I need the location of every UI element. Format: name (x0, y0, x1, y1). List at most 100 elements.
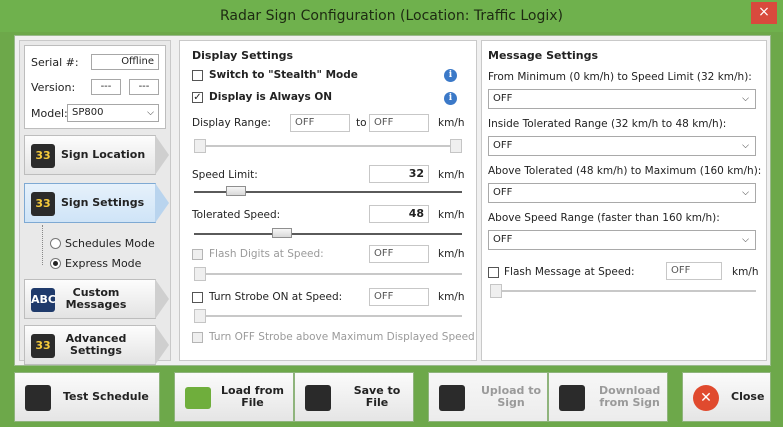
load-line2: File (241, 396, 264, 409)
strobe-off-label: Turn OFF Strobe above Maximum Displayed … (209, 331, 475, 343)
serial-field: Offline (91, 54, 159, 70)
strobe-checkbox[interactable] (192, 292, 203, 303)
flash-digits-slider-track (194, 273, 462, 275)
test-schedule-button[interactable]: Test Schedule (14, 372, 160, 422)
strobe-label: Turn Strobe ON at Speed: (209, 291, 343, 303)
nav-arrow-icon (155, 279, 169, 319)
tolerated-speed-label: Tolerated Speed: (192, 209, 281, 221)
strobe-off-checkbox[interactable] (192, 332, 203, 343)
folder-icon (185, 387, 211, 409)
nav-custom-messages-label: Custom Messages (61, 280, 131, 318)
window-title: Radar Sign Configuration (Location: Traf… (219, 8, 564, 24)
above-range-label: Above Speed Range (faster than 160 km/h)… (488, 212, 720, 224)
tree-line (42, 225, 43, 265)
display-settings-group: Display Settings Switch to "Stealth" Mod… (179, 40, 477, 361)
message-settings-title: Message Settings (488, 49, 599, 62)
upload-to-sign-button[interactable]: Upload to Sign (428, 372, 548, 422)
range-from-field[interactable]: OFF (290, 114, 350, 132)
version-label: Version: (31, 81, 76, 94)
version-field-a: --- (91, 79, 121, 95)
nav-sign-settings-label: Sign Settings (61, 196, 145, 209)
model-select-value: SP800 (72, 107, 104, 118)
flash-message-field[interactable]: OFF (666, 262, 722, 280)
nav-advanced-settings-label: Advanced Settings (61, 326, 131, 364)
nav-arrow-icon (155, 325, 169, 365)
close-button[interactable]: ✕ Close (682, 372, 771, 422)
display-range-label: Display Range: (192, 117, 271, 129)
load-from-file-button[interactable]: Load from File (174, 372, 294, 422)
save-to-file-button[interactable]: Save to File (294, 372, 414, 422)
range-slider-min-thumb[interactable] (194, 139, 206, 153)
display-settings-title: Display Settings (192, 49, 294, 62)
info-icon[interactable]: i (444, 92, 457, 105)
test-schedule-icon (25, 385, 51, 411)
nav-arrow-icon (155, 135, 169, 175)
nav-sign-location[interactable]: 33 Sign Location (24, 135, 169, 175)
main-panel: Serial #: Offline Version: --- --- Model… (14, 35, 771, 366)
flash-message-checkbox[interactable] (488, 267, 499, 278)
flash-digits-slider-thumb[interactable] (194, 267, 206, 281)
chevron-down-icon: ⌵ (742, 141, 749, 151)
nav-custom-messages-line2: Messages (65, 298, 127, 311)
sign-icon: 33 (31, 144, 55, 168)
flash-digits-field[interactable]: OFF (369, 245, 429, 263)
tolerated-slider-thumb[interactable] (272, 228, 292, 238)
window-close-button[interactable]: × (751, 2, 777, 24)
title-bar: Radar Sign Configuration (Location: Traf… (0, 0, 783, 32)
app-window: Radar Sign Configuration (Location: Traf… (0, 0, 783, 427)
flash-digits-checkbox[interactable] (192, 249, 203, 260)
nav-custom-messages[interactable]: ABC Custom Messages (24, 279, 169, 319)
schedules-mode-radio[interactable] (50, 238, 61, 249)
save-icon (305, 385, 331, 411)
download-from-sign-button[interactable]: Download from Sign (548, 372, 668, 422)
range-to-field[interactable]: OFF (369, 114, 429, 132)
tolerated-speed-field[interactable]: 48 (369, 205, 429, 223)
nav-advanced-settings[interactable]: 33 Advanced Settings (24, 325, 169, 365)
flash-digits-label: Flash Digits at Speed: (209, 248, 324, 260)
flash-message-unit: km/h (732, 266, 759, 278)
speed-limit-field[interactable]: 32 (369, 165, 429, 183)
from-min-dropdown[interactable]: OFF ⌵ (488, 89, 756, 109)
upload-line2: Sign (497, 396, 525, 409)
strobe-slider-thumb[interactable] (194, 309, 206, 323)
chevron-down-icon: ⌵ (742, 94, 749, 104)
range-slider-max-thumb[interactable] (450, 139, 462, 153)
nav-sign-settings[interactable]: 33 Sign Settings (24, 183, 169, 223)
chevron-down-icon: ⌵ (147, 108, 154, 118)
inside-value: OFF (493, 140, 513, 151)
advanced-settings-icon: 33 (31, 334, 55, 358)
upload-to-sign-label: Upload to Sign (481, 373, 541, 421)
test-schedule-label: Test Schedule (63, 390, 149, 403)
nav-arrow-icon (155, 183, 169, 223)
above-dropdown[interactable]: OFF ⌵ (488, 183, 756, 203)
bottom-toolbar: Test Schedule Load from File Save to Fil… (14, 372, 771, 422)
download-from-sign-label: Download from Sign (599, 373, 660, 421)
flash-message-slider-thumb[interactable] (490, 284, 502, 298)
always-on-checkbox[interactable]: ✓ (192, 92, 203, 103)
flash-digits-unit: km/h (438, 248, 465, 260)
always-on-label: Display is Always ON (209, 91, 333, 103)
stealth-label: Switch to "Stealth" Mode (209, 69, 358, 81)
download-line2: from Sign (599, 396, 660, 409)
flash-message-slider-track (490, 290, 756, 292)
close-icon: ✕ (693, 385, 719, 411)
range-unit: km/h (438, 117, 465, 129)
speed-limit-slider-thumb[interactable] (226, 186, 246, 196)
from-min-label: From Minimum (0 km/h) to Speed Limit (32… (488, 71, 752, 83)
schedules-mode-label: Schedules Mode (65, 237, 155, 250)
strobe-field[interactable]: OFF (369, 288, 429, 306)
express-mode-radio[interactable] (50, 258, 61, 269)
range-to-label: to (356, 117, 367, 129)
model-select[interactable]: SP800 ⌵ (67, 104, 159, 122)
inside-dropdown[interactable]: OFF ⌵ (488, 136, 756, 156)
above-range-dropdown[interactable]: OFF ⌵ (488, 230, 756, 250)
stealth-checkbox[interactable] (192, 70, 203, 81)
info-icon[interactable]: i (444, 69, 457, 82)
left-nav-panel: Serial #: Offline Version: --- --- Model… (19, 40, 171, 365)
strobe-slider-track (194, 315, 462, 317)
messages-icon: ABC (31, 288, 56, 312)
inside-label: Inside Tolerated Range (32 km/h to 48 km… (488, 118, 727, 130)
save-to-file-label: Save to File (353, 384, 401, 409)
range-slider-track (194, 145, 462, 147)
nav-advanced-line2: Settings (70, 344, 122, 357)
